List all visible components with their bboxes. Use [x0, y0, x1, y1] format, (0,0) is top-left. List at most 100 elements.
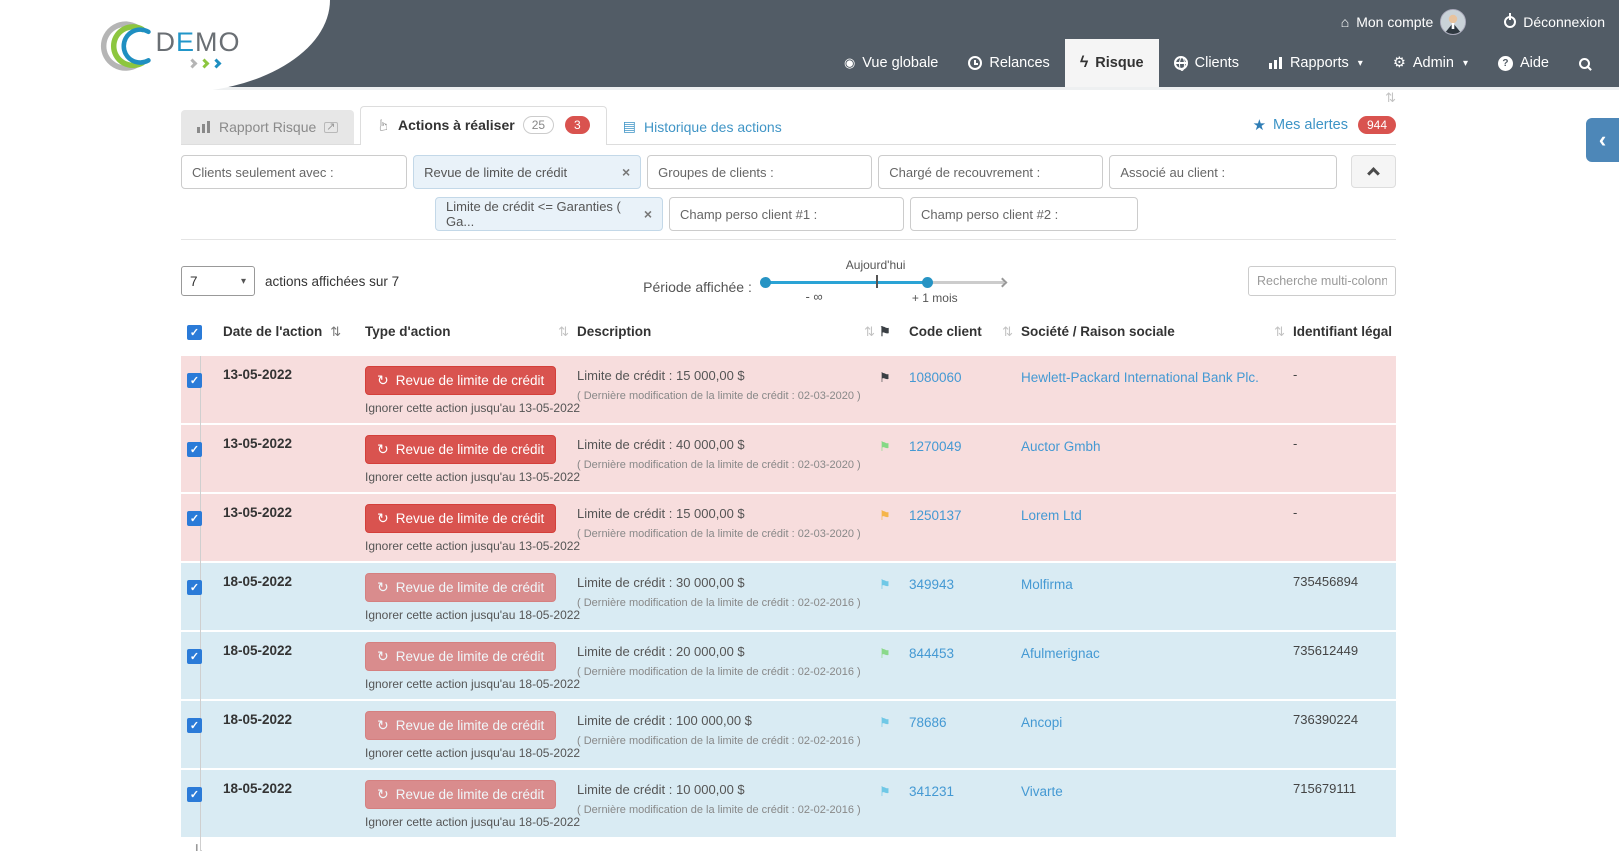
client-code-link[interactable]: 349943	[909, 573, 954, 592]
select-all-checkbox[interactable]	[187, 325, 202, 340]
row-checkbox[interactable]	[187, 649, 202, 664]
row-checkbox[interactable]	[187, 442, 202, 457]
filter-chip-revue-de-limite[interactable]: Revue de limite de crédit ×	[413, 155, 641, 189]
sort-icon[interactable]: ⇅	[558, 324, 569, 340]
filter-champ-perso-2[interactable]: Champ perso client #2 :	[910, 197, 1138, 231]
slider-handle-end[interactable]	[922, 277, 933, 288]
sort-icon[interactable]: ⇅	[1385, 90, 1396, 106]
action-date: 18-05-2022	[223, 775, 292, 796]
slider-handle-start[interactable]	[760, 277, 771, 288]
flag-icon[interactable]: ⚑	[879, 504, 891, 524]
mes-alertes-link[interactable]: ★ Mes alertes 944	[1253, 116, 1396, 144]
filter-placeholder: Champ perso client #1 :	[680, 207, 817, 222]
client-code-link[interactable]: 1080060	[909, 366, 962, 385]
table-header: Date de l'action ⇅ Type d'action ⇅ Descr…	[181, 310, 1396, 356]
avatar[interactable]	[1440, 9, 1466, 35]
company-link[interactable]: Molfirma	[1021, 573, 1073, 592]
action-type-button[interactable]: ↻ Revue de limite de crédit	[365, 366, 556, 395]
nav-item-aide[interactable]: Aide	[1483, 39, 1564, 87]
filter-chip-limite-garanties[interactable]: Limite de crédit <= Garanties ( Ga... ×	[435, 197, 663, 231]
close-icon[interactable]: ×	[622, 164, 630, 180]
tab-historique-des-actions[interactable]: ▤ Historique des actions	[607, 109, 798, 144]
page-size-value: 7	[190, 274, 198, 289]
action-type-button[interactable]: ↻ Revue de limite de crédit	[365, 504, 556, 533]
client-code-link[interactable]: 341231	[909, 780, 954, 799]
filter-groupes-de-clients[interactable]: Groupes de clients :	[647, 155, 872, 189]
sort-icon[interactable]: ⇅	[1002, 324, 1013, 340]
flag-icon[interactable]: ⚑	[879, 573, 891, 593]
nav-item-clients[interactable]: Clients	[1159, 39, 1254, 87]
hand-pointer-icon: ☞	[374, 118, 392, 131]
nav-item-vue-globale[interactable]: ◉ Vue globale	[829, 39, 953, 87]
client-code-link[interactable]: 844453	[909, 642, 954, 661]
nav-search-button[interactable]	[1564, 39, 1605, 87]
collapse-filters-button[interactable]	[1351, 155, 1396, 188]
company-link[interactable]: Hewlett-Packard International Bank Plc.	[1021, 366, 1259, 385]
page-size-select[interactable]: 7 ▾	[181, 266, 255, 296]
ignore-action-link[interactable]: Ignorer cette action jusqu'au 18-05-2022	[365, 608, 569, 622]
client-code-link[interactable]: 1250137	[909, 504, 962, 523]
flag-icon[interactable]: ⚑	[879, 642, 891, 662]
flag-icon[interactable]: ⚑	[879, 366, 891, 386]
filter-charge-de-recouvrement[interactable]: Chargé de recouvrement :	[878, 155, 1103, 189]
action-type-button[interactable]: ↻ Revue de limite de crédit	[365, 642, 556, 671]
row-checkbox[interactable]	[187, 718, 202, 733]
filter-placeholder: Chargé de recouvrement :	[889, 165, 1040, 180]
alerts-label: Mes alertes	[1273, 117, 1348, 133]
legal-id: 715679111	[1293, 777, 1356, 796]
company-link[interactable]: Afulmerignac	[1021, 642, 1100, 661]
ignore-action-link[interactable]: Ignorer cette action jusqu'au 13-05-2022	[365, 401, 569, 415]
filter-champ-perso-1[interactable]: Champ perso client #1 :	[669, 197, 904, 231]
account-menu[interactable]: ⌂ Mon compte	[1341, 9, 1467, 35]
company-link[interactable]: Lorem Ltd	[1021, 504, 1082, 523]
side-panel-toggle[interactable]: ‹	[1586, 118, 1619, 162]
client-code-link[interactable]: 78686	[909, 711, 947, 730]
nav-item-risque[interactable]: ϟ Risque	[1065, 39, 1159, 87]
chip-label: Revue de limite de crédit	[424, 165, 567, 180]
logout-button[interactable]: Déconnexion	[1504, 14, 1605, 30]
action-type-button[interactable]: ↻ Revue de limite de crédit	[365, 435, 556, 464]
ignore-action-link[interactable]: Ignorer cette action jusqu'au 18-05-2022	[365, 815, 569, 829]
app-logo[interactable]: DEMO	[89, 16, 240, 78]
filter-associe-au-client[interactable]: Associé au client :	[1109, 155, 1337, 189]
action-type-button[interactable]: ↻ Revue de limite de crédit	[365, 573, 556, 602]
row-checkbox[interactable]	[187, 373, 202, 388]
refresh-icon: ↻	[377, 372, 389, 389]
action-type-button[interactable]: ↻ Revue de limite de crédit	[365, 711, 556, 740]
flag-icon[interactable]: ⚑	[879, 435, 891, 455]
client-code-link[interactable]: 1270049	[909, 435, 962, 454]
close-icon[interactable]: ×	[644, 206, 652, 222]
chevron-left-icon: ‹	[1599, 127, 1606, 153]
sort-icon[interactable]: ⇅	[330, 324, 341, 340]
refresh-icon: ↻	[377, 648, 389, 665]
action-type-label: Revue de limite de crédit	[396, 511, 545, 526]
row-checkbox[interactable]	[187, 580, 202, 595]
clock-icon	[968, 56, 982, 70]
ignore-action-link[interactable]: Ignorer cette action jusqu'au 13-05-2022	[365, 539, 569, 553]
flag-icon[interactable]: ⚑	[879, 711, 891, 731]
tab-actions-a-realiser[interactable]: ☞ Actions à réaliser 25 3	[360, 106, 607, 145]
home-icon: ⌂	[1341, 14, 1349, 30]
company-link[interactable]: Ancopi	[1021, 711, 1062, 730]
multi-column-search-input[interactable]	[1248, 266, 1396, 296]
flag-icon[interactable]: ⚑	[879, 780, 891, 800]
chip-label: Limite de crédit <= Garanties ( Ga...	[446, 199, 644, 229]
company-link[interactable]: Vivarte	[1021, 780, 1063, 799]
help-icon	[1498, 56, 1513, 71]
sort-icon[interactable]: ⇅	[1274, 324, 1285, 340]
company-link[interactable]: Auctor Gmbh	[1021, 435, 1101, 454]
ignore-action-link[interactable]: Ignorer cette action jusqu'au 18-05-2022	[365, 677, 569, 691]
row-checkbox[interactable]	[187, 787, 202, 802]
ignore-action-link[interactable]: Ignorer cette action jusqu'au 18-05-2022	[365, 746, 569, 760]
credit-limit-text: Limite de crédit : 40 000,00 $	[577, 435, 875, 452]
nav-item-relances[interactable]: Relances	[953, 39, 1064, 87]
filter-clients-seulement-avec[interactable]: Clients seulement avec :	[181, 155, 407, 189]
ignore-action-link[interactable]: Ignorer cette action jusqu'au 13-05-2022	[365, 470, 569, 484]
row-checkbox[interactable]	[187, 511, 202, 526]
nav-item-rapports[interactable]: Rapports ▾	[1254, 39, 1378, 87]
tab-rapport-risque[interactable]: Rapport Risque ↗	[181, 110, 354, 144]
action-type-button[interactable]: ↻ Revue de limite de crédit	[365, 780, 556, 809]
sort-icon[interactable]: ⇅	[864, 324, 875, 340]
nav-item-admin[interactable]: ⚙ Admin ▾	[1378, 39, 1483, 87]
period-label: Période affichée :	[643, 279, 752, 295]
